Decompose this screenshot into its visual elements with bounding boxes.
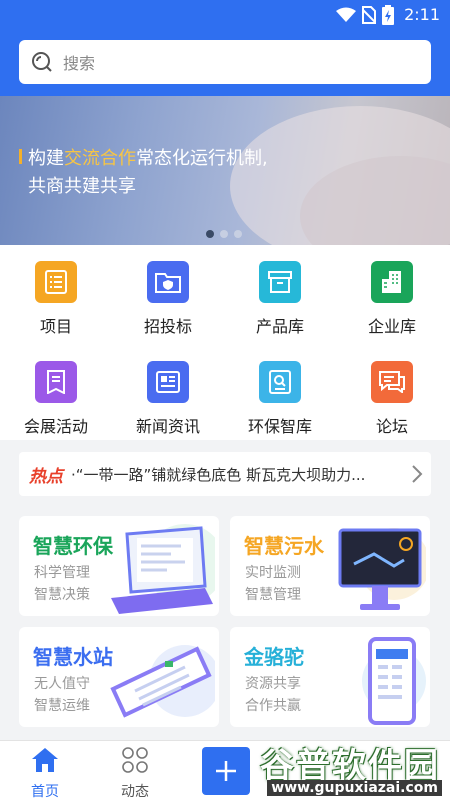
card-title: 智慧污水 <box>244 534 324 558</box>
grid-item-label: 论坛 <box>375 417 408 436</box>
card-smart-env[interactable]: 智慧环保 科学管理 智慧决策 <box>19 516 219 616</box>
phone-illustration <box>362 637 426 725</box>
building-icon <box>371 261 413 303</box>
card-subtitle: 科学管理 <box>34 565 90 581</box>
home-icon <box>32 748 58 772</box>
banner-accent-bar <box>19 149 22 164</box>
hot-news-text: ·“一带一路”铺就绿色底色 斯瓦克大坝助力... <box>71 465 366 484</box>
card-subtitle: 合作共赢 <box>245 698 301 714</box>
banner-highlight: 交流合作 <box>64 148 136 169</box>
list-icon <box>35 261 77 303</box>
grid-item-label: 环保智库 <box>247 417 312 436</box>
chevron-right-icon <box>412 465 423 483</box>
search-placeholder: 搜索 <box>63 54 96 73</box>
grid-item-label: 新闻资讯 <box>135 417 200 436</box>
card-smart-station[interactable]: 智慧水站 无人值守 智慧运维 <box>19 627 219 727</box>
grid-item-label: 企业库 <box>367 317 416 336</box>
grid-item-bidding[interactable]: 招投标 <box>112 245 224 336</box>
box-icon <box>259 261 301 303</box>
card-subtitle: 无人值守 <box>34 676 90 692</box>
status-time: 2:11 <box>404 5 440 24</box>
card-title: 金骆驼 <box>244 645 304 669</box>
chat-icon <box>371 361 413 403</box>
banner-line-2: 共商共建共享 <box>28 176 136 197</box>
plus-icon <box>216 761 236 781</box>
battery-charging-icon <box>382 5 395 25</box>
file-search-icon <box>259 361 301 403</box>
card-subtitle: 智慧管理 <box>245 587 301 603</box>
hot-tag: 热点 <box>29 466 63 487</box>
grid-item-project[interactable]: 项目 <box>0 245 112 336</box>
carousel-indicator <box>206 230 242 238</box>
status-bar: 2:11 <box>0 0 450 30</box>
grid-item-news[interactable]: 新闻资讯 <box>112 345 224 436</box>
phone-illustration <box>110 645 215 718</box>
grid-item-forum[interactable]: 论坛 <box>336 345 448 436</box>
tab-activity[interactable]: 动态 <box>105 747 165 800</box>
header: 搜索 <box>0 30 450 96</box>
laptop-illustration <box>111 524 215 614</box>
grid-item-label: 招投标 <box>143 317 192 336</box>
hot-news-ticker[interactable]: 热点 ·“一带一路”铺就绿色底色 斯瓦克大坝助力... <box>19 452 431 496</box>
monitor-illustration <box>338 528 426 610</box>
grid-item-label: 项目 <box>39 317 72 336</box>
no-sim-icon <box>362 6 377 24</box>
grid-circles-icon <box>122 747 148 773</box>
document-icon <box>35 361 77 403</box>
folder-shield-icon <box>147 261 189 303</box>
card-title: 智慧水站 <box>33 645 113 669</box>
card-golden-camel[interactable]: 金骆驼 资源共享 合作共赢 <box>230 627 430 727</box>
search-icon <box>32 52 52 72</box>
grid-item-think-tank[interactable]: 环保智库 <box>224 345 336 436</box>
grid-item-products[interactable]: 产品库 <box>224 245 336 336</box>
card-subtitle: 实时监测 <box>245 565 301 581</box>
tab-home[interactable]: 首页 <box>15 747 75 800</box>
grid-item-label: 产品库 <box>255 317 304 336</box>
status-icons: 2:11 <box>336 5 440 25</box>
grid-item-exhibitions[interactable]: 会展活动 <box>0 345 112 436</box>
card-subtitle: 资源共享 <box>245 676 301 692</box>
card-subtitle: 智慧运维 <box>34 698 90 714</box>
carousel-dot <box>234 230 242 238</box>
newspaper-icon <box>147 361 189 403</box>
watermark: 谷普软件园 www.gupuxiazai.com <box>248 738 450 800</box>
carousel-dot-active <box>206 230 214 238</box>
banner-line-1: 构建交流合作常态化运行机制, <box>28 148 268 169</box>
search-input[interactable]: 搜索 <box>19 40 431 84</box>
feature-grid: 项目 招投标 产品库 企业库 会展活动 新闻资讯 环保智库 论坛 <box>0 245 450 440</box>
card-smart-sewage[interactable]: 智慧污水 实时监测 智慧管理 <box>230 516 430 616</box>
tab-label: 首页 <box>31 784 59 800</box>
grid-item-companies[interactable]: 企业库 <box>336 245 448 336</box>
grid-item-label: 会展活动 <box>23 417 88 436</box>
publish-button[interactable] <box>202 747 250 795</box>
watermark-url: www.gupuxiazai.com <box>267 780 442 796</box>
carousel-dot <box>220 230 228 238</box>
tab-label: 动态 <box>121 784 149 800</box>
card-title: 智慧环保 <box>33 534 113 558</box>
card-subtitle: 智慧决策 <box>34 587 90 603</box>
banner-carousel[interactable]: 构建交流合作常态化运行机制, 共商共建共享 <box>0 96 450 245</box>
wifi-icon <box>336 7 357 22</box>
